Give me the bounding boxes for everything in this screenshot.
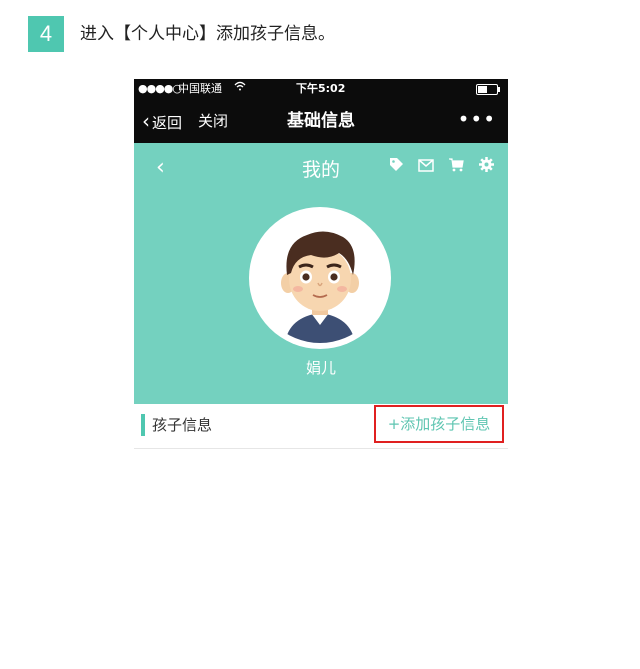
profile-header: ‹ 我的 娟儿 xyxy=(134,143,508,404)
child-info-label: 孩子信息 xyxy=(152,416,213,434)
cart-icon[interactable] xyxy=(449,158,469,176)
step-number-badge: 4 xyxy=(28,16,64,52)
signal-strength: ●●●●○ xyxy=(138,82,182,95)
profile-username: 娟儿 xyxy=(305,359,336,377)
carrier-name: 中国联通 xyxy=(178,82,222,95)
battery-icon xyxy=(476,84,500,95)
section-marker xyxy=(141,414,145,436)
profile-toolbar xyxy=(379,157,494,176)
avatar-image xyxy=(255,213,385,343)
add-child-info-button[interactable]: +添加孩子信息 xyxy=(374,405,504,443)
top-nav-bar: ‹ 返回 关闭 基础信息 ••• xyxy=(134,99,508,143)
child-info-row: 孩子信息 +添加孩子信息 xyxy=(134,404,508,449)
mail-icon[interactable] xyxy=(418,158,439,176)
status-time: 下午5:02 xyxy=(296,82,346,95)
wifi-icon xyxy=(234,79,246,99)
battery-level xyxy=(478,86,487,93)
tag-icon[interactable] xyxy=(389,158,409,176)
avatar[interactable] xyxy=(249,207,391,349)
more-options-button[interactable]: ••• xyxy=(458,99,496,139)
page-title: 基础信息 xyxy=(287,111,355,131)
step-instruction: 进入【个人中心】添加孩子信息。 xyxy=(80,24,335,44)
phone-screenshot: ●●●●○ 中国联通 下午5:02 ‹返回 关闭 基础信息 ••• ‹ 我的 xyxy=(134,79,508,451)
status-bar: ●●●●○ 中国联通 下午5:02 xyxy=(134,79,508,99)
gear-icon[interactable] xyxy=(479,157,494,176)
